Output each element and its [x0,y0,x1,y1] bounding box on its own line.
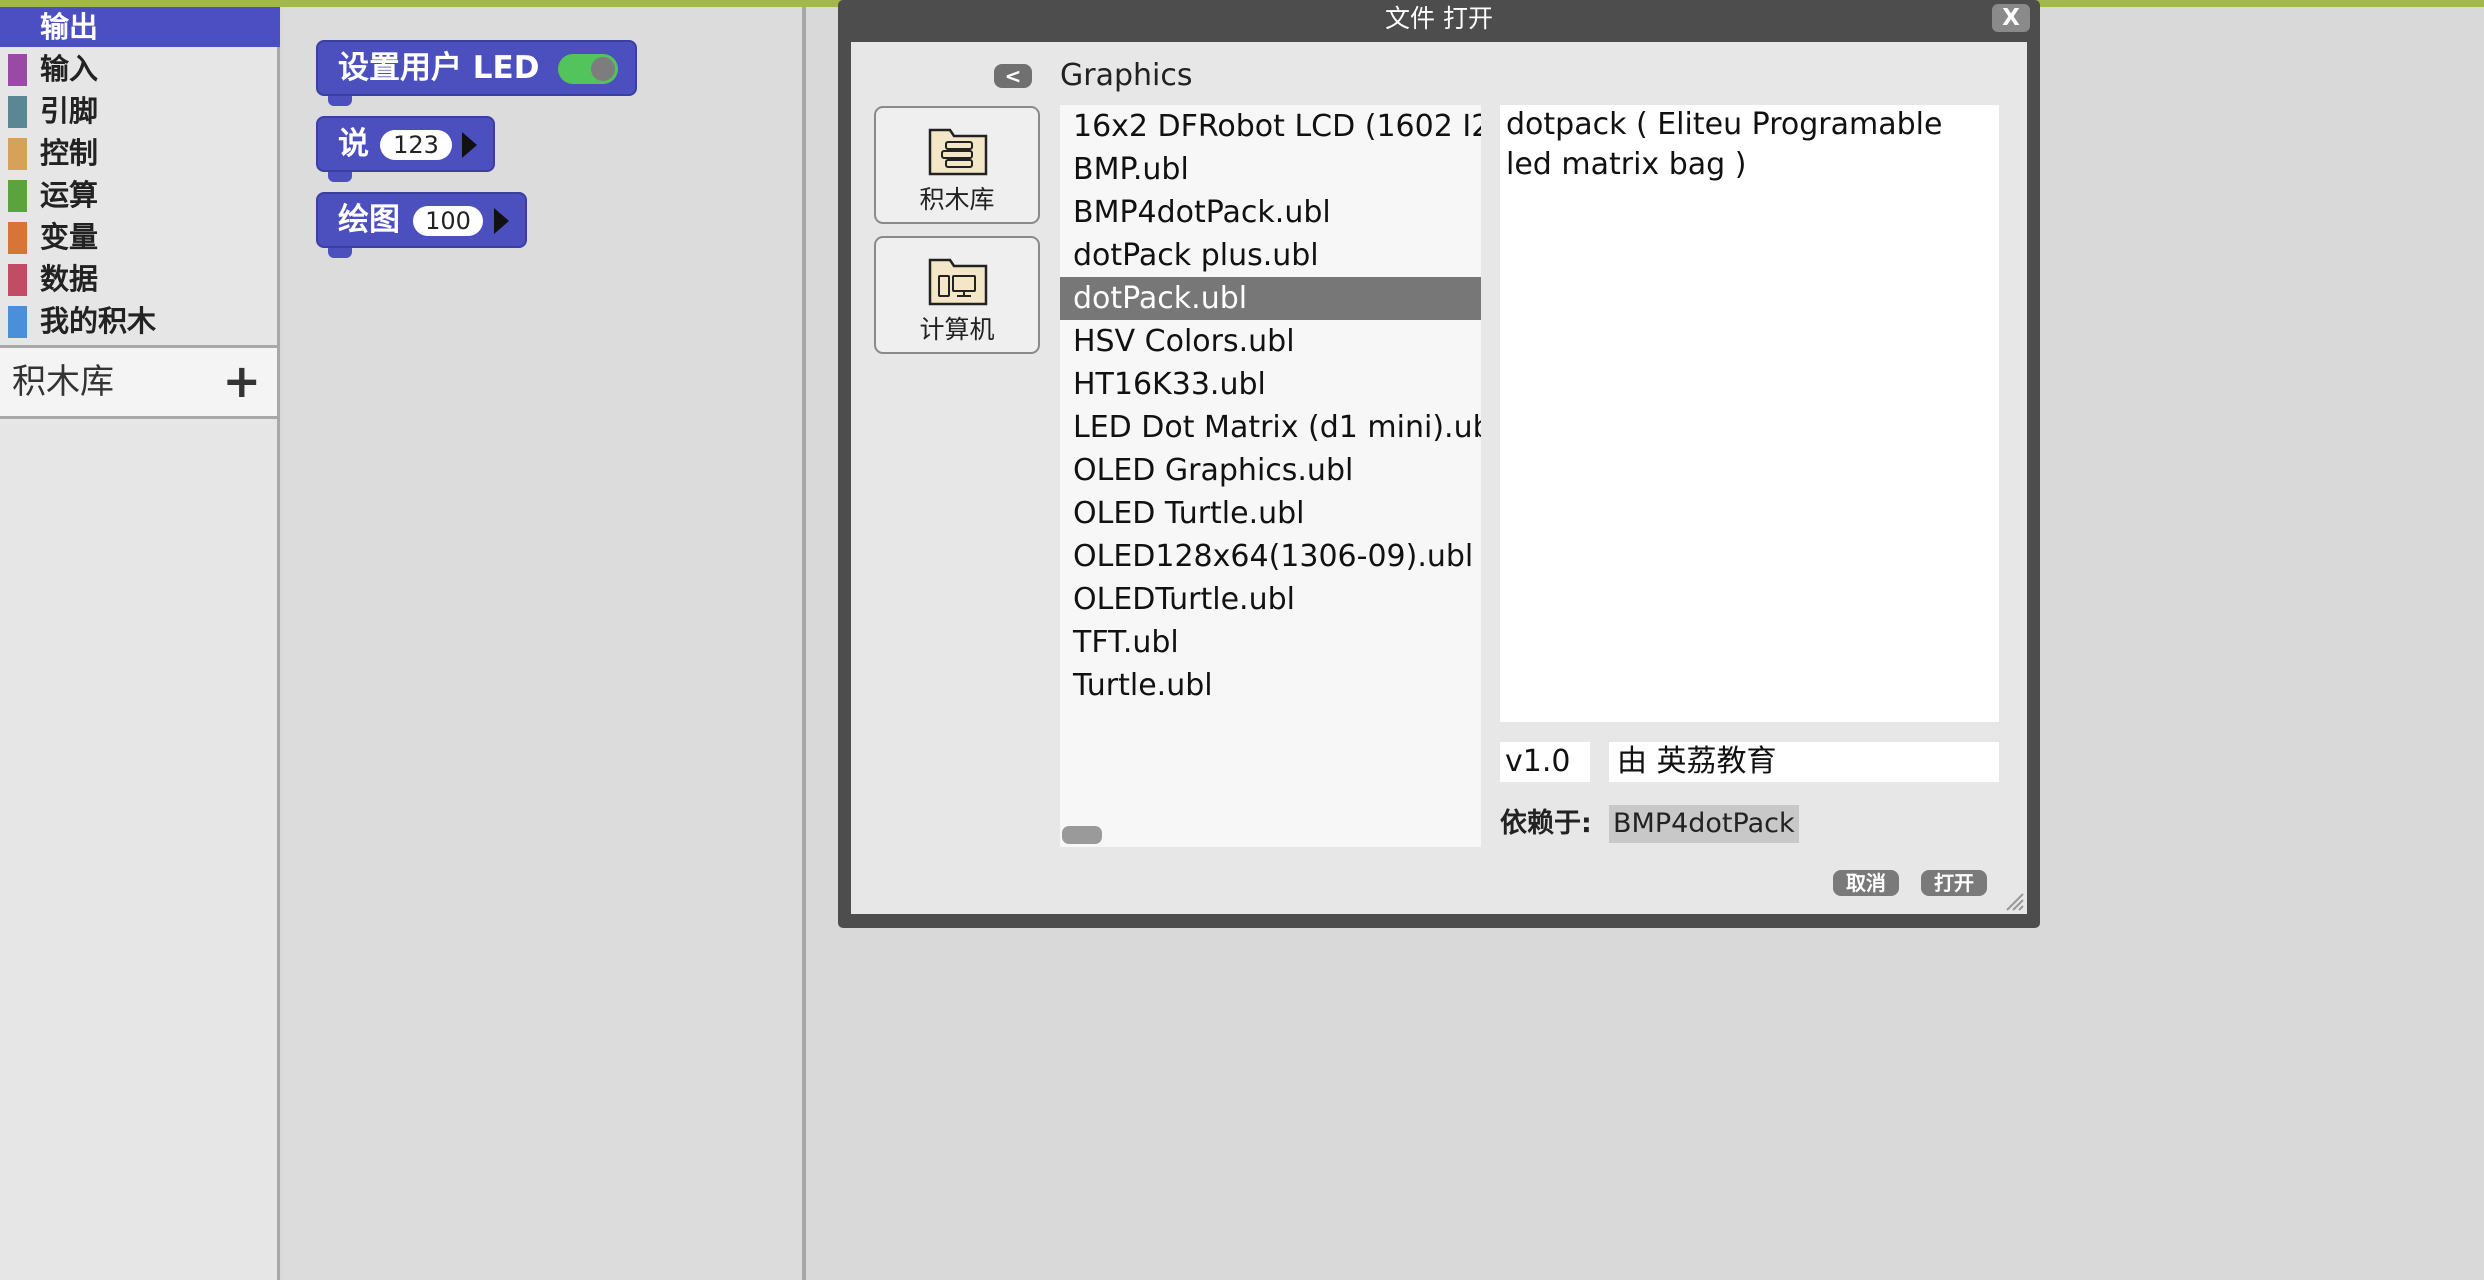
open-button[interactable]: 打开 [1921,870,1987,896]
category-label: 输入 [40,52,99,86]
draw-block[interactable]: 绘图 100 [316,192,527,258]
file-item[interactable]: TFT.ubl [1060,621,1481,664]
block-label: 设置用户 LED [338,50,540,86]
category-variables[interactable]: 变量 [0,217,280,257]
block-label: 绘图 [338,202,400,238]
dialog-title: 文件 打开 [1385,4,1493,33]
library-folder-icon [928,128,988,176]
resize-grip-icon[interactable] [2003,890,2025,912]
category-label: 输出 [40,10,99,44]
file-item[interactable]: BMP4dotPack.ubl [1060,191,1481,234]
location-label: 计算机 [919,315,995,344]
toggle-knob [591,57,615,81]
dialog-body: < Graphics 积木库 计算机 16x2 DFRobot LCD (160… [851,42,2027,914]
block-notch [328,248,352,258]
depends-label: 依赖于: [1500,808,1592,839]
category-label: 控制 [40,136,99,170]
category-color-swatch [8,54,27,86]
file-item[interactable]: 16x2 DFRobot LCD (1602 I2C [1060,105,1481,148]
horizontal-scrollbar[interactable] [1062,826,1102,844]
draw-value-input[interactable]: 100 [413,206,483,236]
file-item[interactable]: LED Dot Matrix (d1 mini).ubl [1060,406,1481,449]
category-control[interactable]: 控制 [0,133,280,173]
category-color-swatch [8,180,27,212]
category-label: 变量 [40,220,99,254]
current-folder-label: Graphics [1060,58,1193,93]
file-item[interactable]: OLED Graphics.ubl [1060,449,1481,492]
library-section: 积木库 + [0,345,277,419]
description-line: dotpack ( Eliteu Programable [1506,107,1943,142]
category-color-swatch [8,264,27,296]
category-label: 引脚 [40,94,99,128]
description-line: led matrix bag ) [1506,147,1747,182]
file-item[interactable]: OLED Turtle.ubl [1060,492,1481,535]
category-pins[interactable]: 引脚 [0,91,280,131]
file-list: 16x2 DFRobot LCD (1602 I2C BMP.ubl BMP4d… [1060,105,1481,847]
file-item[interactable]: Turtle.ubl [1060,664,1481,707]
file-item[interactable]: dotPack plus.ubl [1060,234,1481,277]
category-data[interactable]: 数据 [0,259,280,299]
category-color-swatch [8,138,27,170]
version-field: v1.0 [1500,742,1590,782]
file-item[interactable]: HSV Colors.ubl [1060,320,1481,363]
category-operators[interactable]: 运算 [0,175,280,215]
block-label: 说 [338,126,369,162]
set-user-led-block[interactable]: 设置用户 LED [316,40,637,106]
category-panel: 输出 输入 引脚 控制 运算 变量 数据 我的积木 积木库 + [0,7,280,1280]
location-label: 积木库 [919,185,995,214]
category-my-blocks[interactable]: 我的积木 [0,301,280,341]
library-label: 积木库 [12,362,114,402]
file-open-dialog: 文件 打开 X < Graphics 积木库 计算机 16x2 DFRobot … [838,0,2040,928]
category-output[interactable]: 输出 [0,7,280,47]
computer-location-button[interactable]: 计算机 [874,236,1040,354]
category-color-swatch [8,306,27,338]
expand-arrow-icon[interactable] [462,132,477,158]
cancel-button[interactable]: 取消 [1833,870,1899,896]
category-label: 运算 [40,178,99,212]
depends-value: BMP4dotPack [1609,805,1799,843]
close-button[interactable]: X [1992,4,2030,32]
file-item-selected[interactable]: dotPack.ubl [1060,277,1481,320]
author-field: 由 英荔教育 [1609,742,1999,782]
category-color-swatch [8,96,27,128]
category-input[interactable]: 输入 [0,49,280,89]
back-button[interactable]: < [994,64,1032,88]
file-item[interactable]: HT16K33.ubl [1060,363,1481,406]
category-label: 我的积木 [40,304,157,338]
add-library-button[interactable]: + [222,348,261,414]
file-item[interactable]: OLEDTurtle.ubl [1060,578,1481,621]
say-value-input[interactable]: 123 [380,130,452,160]
library-location-button[interactable]: 积木库 [874,106,1040,224]
category-color-swatch [8,222,27,254]
block-notch [328,172,352,182]
expand-arrow-icon[interactable] [494,208,509,234]
file-item[interactable]: OLED128x64(1306-09).ubl [1060,535,1481,578]
computer-folder-icon [928,258,988,306]
block-notch [328,96,352,106]
library-description: dotpack ( Eliteu Programable led matrix … [1500,105,1999,722]
category-label: 数据 [40,262,99,296]
file-item[interactable]: BMP.ubl [1060,148,1481,191]
say-block[interactable]: 说 123 [316,116,495,182]
led-toggle[interactable] [558,54,618,84]
block-palette: 设置用户 LED 说 123 绘图 100 [283,7,806,1280]
